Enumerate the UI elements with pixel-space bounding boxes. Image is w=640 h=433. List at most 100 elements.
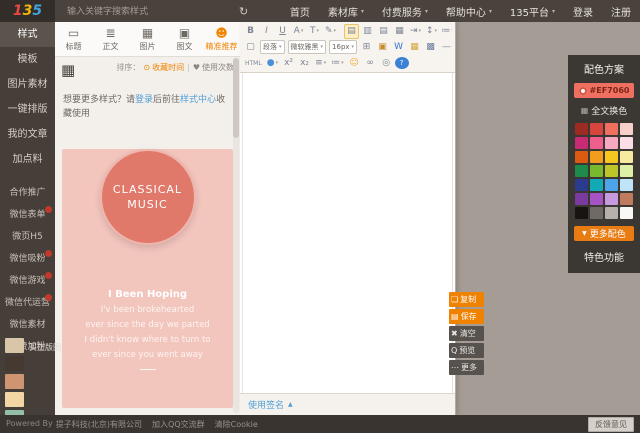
- color-swatch[interactable]: [590, 165, 603, 177]
- color-swatch[interactable]: [605, 179, 618, 191]
- color-swatch[interactable]: [620, 137, 633, 149]
- palette-swatch[interactable]: [5, 392, 24, 407]
- more-button[interactable]: ⋯更多: [449, 360, 484, 375]
- align-left-icon[interactable]: ▤: [344, 24, 359, 39]
- color-swatch[interactable]: [620, 151, 633, 163]
- color-swatch[interactable]: [575, 151, 588, 163]
- scrollbar-thumb[interactable]: [233, 58, 239, 138]
- color-swatch[interactable]: [605, 207, 618, 219]
- emoji-icon[interactable]: ☺: [347, 56, 362, 71]
- layout-view-toggle-icon[interactable]: ▦: [61, 62, 75, 78]
- template-icon[interactable]: ▣: [375, 40, 390, 55]
- font-color-icon[interactable]: A▾: [291, 24, 306, 39]
- sidebar-item-image-material[interactable]: 图片素材: [0, 72, 55, 97]
- image-icon[interactable]: ▦: [407, 40, 422, 55]
- sidebar-item-weiye-h5[interactable]: 微页H5: [0, 226, 55, 248]
- table-icon[interactable]: ⊞: [359, 40, 374, 55]
- logo-135[interactable]: 135: [0, 0, 55, 22]
- color-swatch[interactable]: [620, 123, 633, 135]
- tab-title[interactable]: ▭标题: [55, 22, 92, 56]
- ordered-list-icon[interactable]: ≡▾: [313, 56, 328, 71]
- feedback-button[interactable]: 反馈意见: [588, 417, 634, 432]
- company-link[interactable]: 提子科技(北京)有限公司: [56, 419, 142, 430]
- nav-135-platform[interactable]: 135平台▾: [501, 4, 564, 19]
- tab-body[interactable]: ≣正文: [92, 22, 129, 56]
- clear-cookie-link[interactable]: 清除Cookie: [215, 419, 258, 430]
- style-panel-scrollbar[interactable]: [233, 58, 239, 413]
- color-swatch[interactable]: [590, 151, 603, 163]
- italic-icon[interactable]: I: [259, 24, 274, 39]
- sort-by-favorite-time[interactable]: ⊙收藏时间: [143, 62, 184, 73]
- tab-image-text[interactable]: ▣图文: [166, 22, 203, 56]
- sidebar-item-wechat-games[interactable]: 微信游戏: [0, 270, 55, 292]
- font-size-select[interactable]: 16px▾: [329, 40, 357, 54]
- style-center-link[interactable]: 样式中心: [180, 95, 216, 105]
- tab-recommend[interactable]: ☻精准推荐: [203, 22, 240, 56]
- color-swatch[interactable]: [590, 207, 603, 219]
- color-swatch[interactable]: [605, 137, 618, 149]
- more-colors-button[interactable]: ▼ 更多配色: [574, 226, 634, 241]
- search-input[interactable]: [65, 5, 209, 17]
- text-style-icon[interactable]: T▾: [307, 24, 322, 39]
- palette-swatch[interactable]: [5, 374, 24, 389]
- align-center-icon[interactable]: ▥: [360, 24, 375, 39]
- sidebar-item-wechat-fans[interactable]: 微信吸粉: [0, 248, 55, 270]
- color-swatch[interactable]: [605, 151, 618, 163]
- nav-material-library[interactable]: 素材库▾: [319, 4, 373, 19]
- refresh-icon[interactable]: ↻: [239, 5, 248, 18]
- register-link[interactable]: 注册: [602, 4, 640, 19]
- preview-button[interactable]: Q预览: [449, 343, 484, 358]
- palette-swatch[interactable]: [5, 356, 24, 371]
- underline-icon[interactable]: U: [275, 24, 290, 39]
- copy-button[interactable]: ❏复制: [449, 292, 484, 307]
- word-import-icon[interactable]: W: [391, 40, 406, 55]
- nav-home[interactable]: 首页: [281, 4, 319, 19]
- new-doc-icon[interactable]: ▢: [243, 40, 258, 55]
- tab-image[interactable]: ▦图片: [129, 22, 166, 56]
- color-swatch[interactable]: [590, 179, 603, 191]
- sidebar-item-my-articles[interactable]: 我的文章: [0, 122, 55, 147]
- line-height-icon[interactable]: ↕▾: [424, 24, 439, 39]
- horizontal-rule-icon[interactable]: —: [439, 40, 452, 55]
- align-right-icon[interactable]: ▤: [376, 24, 391, 39]
- sidebar-item-extras[interactable]: 加点料: [0, 147, 55, 172]
- color-swatch[interactable]: [590, 137, 603, 149]
- sort-by-usage-count[interactable]: ♥使用次数: [193, 62, 234, 73]
- video-icon[interactable]: ▩: [423, 40, 438, 55]
- sidebar-item-one-click-layout[interactable]: 一键排版: [0, 97, 55, 122]
- help-icon[interactable]: ?: [395, 57, 409, 69]
- color-swatch[interactable]: [575, 179, 588, 191]
- color-swatch[interactable]: [605, 123, 618, 135]
- sidebar-item-templates[interactable]: 模板: [0, 47, 55, 72]
- save-button[interactable]: ▤保存: [449, 309, 484, 324]
- font-family-select[interactable]: 微软雅黑▾: [288, 40, 327, 54]
- list-spacing-icon[interactable]: ≔▾: [440, 24, 452, 39]
- sidebar-item-wechat-material[interactable]: 微信素材: [0, 314, 55, 336]
- link-icon[interactable]: ∞: [363, 56, 378, 71]
- color-swatch[interactable]: [605, 165, 618, 177]
- signature-toggle[interactable]: 使用签名 ▲: [240, 393, 455, 415]
- color-swatch[interactable]: [590, 193, 603, 205]
- bg-color-icon[interactable]: ●▾: [265, 56, 280, 71]
- color-swatch[interactable]: [620, 165, 633, 177]
- color-swatch[interactable]: [605, 193, 618, 205]
- sidebar-item-styles[interactable]: 样式: [0, 22, 55, 47]
- sidebar-item-cooperation[interactable]: 合作推广: [0, 182, 55, 204]
- sidebar-item-wechat-operation[interactable]: 微信代运营: [0, 292, 55, 314]
- superscript-icon[interactable]: x²: [281, 56, 296, 71]
- highlight-icon[interactable]: ✎▾: [323, 24, 338, 39]
- color-swatch[interactable]: [575, 207, 588, 219]
- bold-icon[interactable]: B: [243, 24, 258, 39]
- align-justify-icon[interactable]: ▦: [392, 24, 407, 39]
- paragraph-select[interactable]: 段落▾: [260, 40, 285, 54]
- clear-button[interactable]: ✖清空: [449, 326, 484, 341]
- style-card-classical-music[interactable]: CLASSICAL MUSIC I Been Hoping I'v been b…: [62, 149, 233, 408]
- subscript-icon[interactable]: x₂: [297, 56, 312, 71]
- palette-swatch[interactable]: [5, 338, 24, 353]
- current-color-chip[interactable]: #EF7060: [574, 83, 634, 98]
- sidebar-item-wechat-form[interactable]: 微信表单: [0, 204, 55, 226]
- login-inline-link[interactable]: 登录: [135, 95, 153, 105]
- nav-paid-services[interactable]: 付费服务▾: [373, 4, 437, 19]
- bullet-list-icon[interactable]: ≔▾: [329, 56, 346, 71]
- color-swatch[interactable]: [575, 123, 588, 135]
